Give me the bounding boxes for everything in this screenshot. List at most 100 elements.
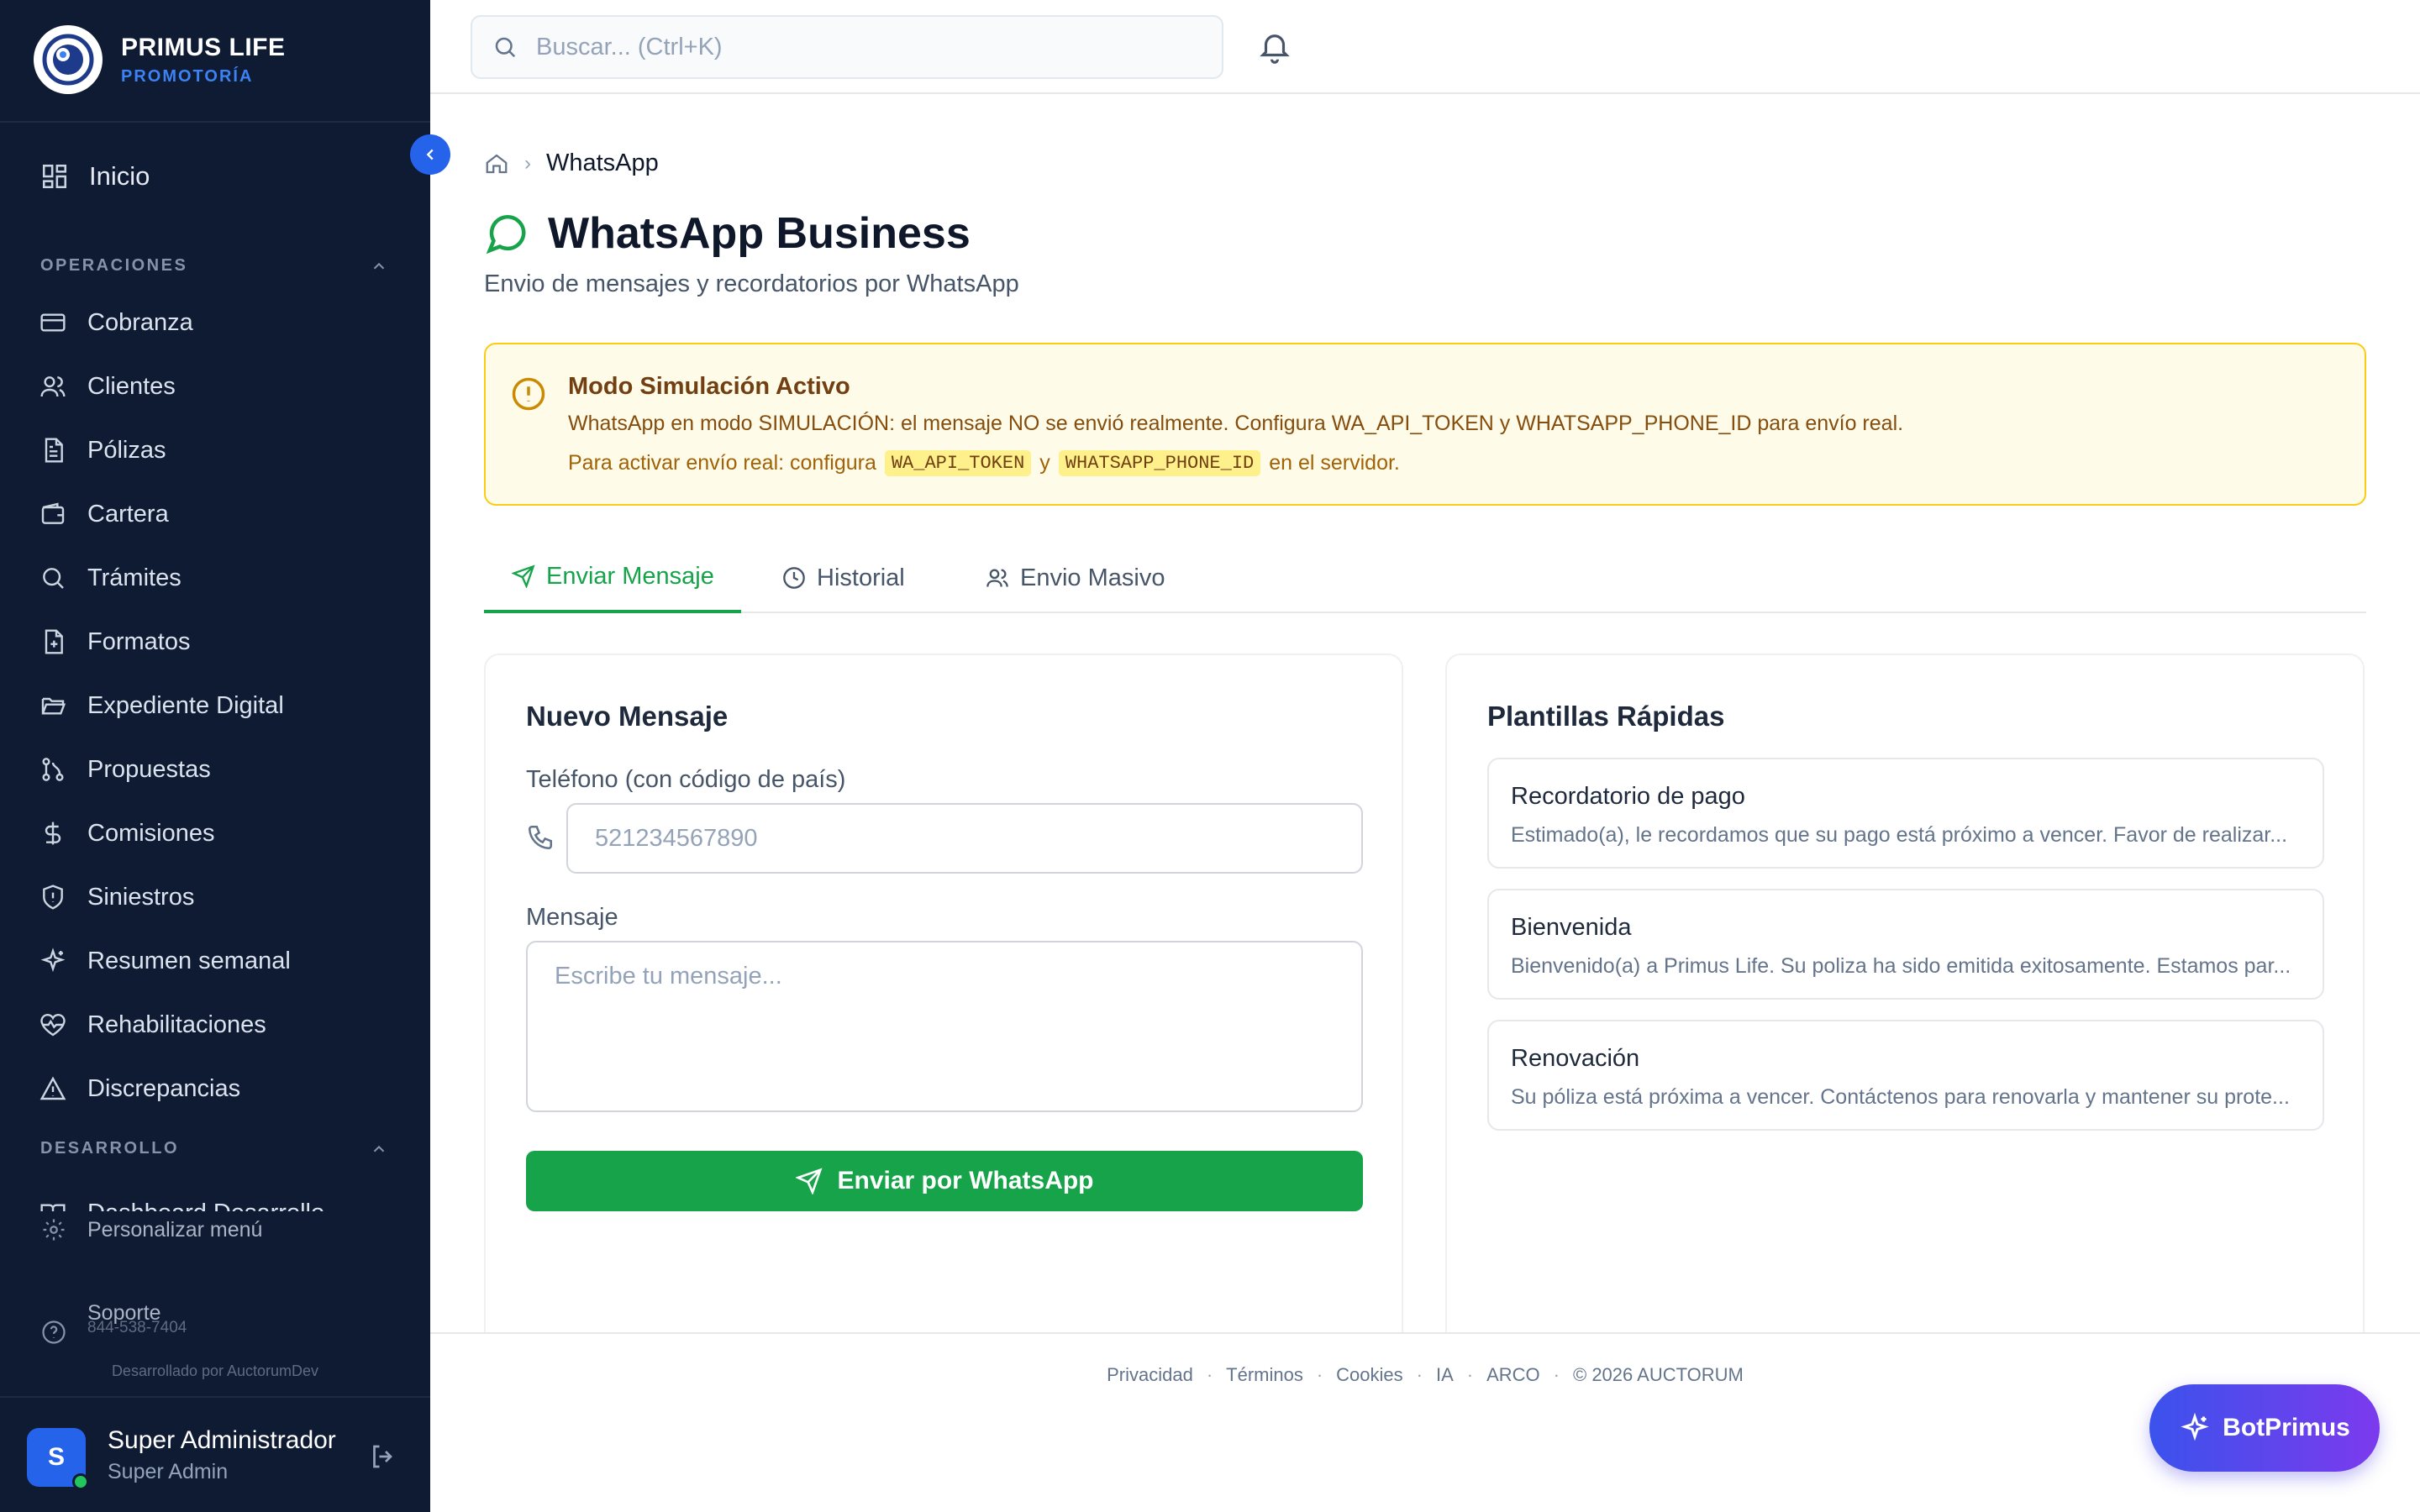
folder-open-icon	[39, 691, 67, 720]
developed-by: Desarrollado por AuctorumDev	[111, 1362, 319, 1379]
support-phone[interactable]: 844-538-7404	[87, 1319, 187, 1337]
message-textarea[interactable]: Escribe tu mensaje...	[526, 941, 1363, 1112]
alert-circle-icon	[512, 377, 545, 411]
brand-subtitle: PROMOTORÍA	[121, 67, 254, 86]
user-panel: S Super Administrador Super Admin	[0, 1396, 430, 1512]
template-title: Renovación	[1511, 1045, 1640, 1072]
chevron-up-icon[interactable]	[370, 1140, 388, 1158]
new-message-card: Nuevo Mensaje Teléfono (con código de pa…	[484, 654, 1403, 1346]
sidebar-item-label: Rehabilitaciones	[87, 1011, 266, 1038]
user-role: Super Admin	[108, 1460, 229, 1483]
logout-icon[interactable]	[368, 1441, 398, 1472]
search-icon	[39, 564, 67, 592]
code-whatsapp-phone-id: WHATSAPP_PHONE_ID	[1058, 450, 1261, 476]
template-item[interactable]: Recordatorio de pago Estimado(a), le rec…	[1487, 758, 2324, 869]
sidebar-item-label: Formatos	[87, 627, 191, 655]
quick-templates-card: Plantillas Rápidas Recordatorio de pago …	[1445, 654, 2365, 1346]
sidebar-item-dashboard-desarrollo[interactable]: Dashboard Desarrollo	[39, 1193, 324, 1211]
template-body: Su póliza está próxima a vencer. Contáct…	[1511, 1085, 2290, 1109]
brand-logo[interactable]	[34, 25, 103, 94]
template-body: Estimado(a), le recordamos que su pago e…	[1511, 823, 2288, 847]
sidebar-item-label: Dashboard Desarrollo	[87, 1200, 324, 1212]
brand-name: PRIMUS LIFE	[121, 34, 286, 61]
footer-link-cookies[interactable]: Cookies	[1336, 1364, 1402, 1386]
alert-line2-and: y	[1039, 451, 1050, 475]
send-whatsapp-button[interactable]: Enviar por WhatsApp	[526, 1151, 1363, 1211]
sidebar-item-cobranza[interactable]: Cobranza	[39, 302, 193, 343]
tab-label: Enviar Mensaje	[546, 562, 714, 590]
collapse-sidebar-button[interactable]	[410, 134, 450, 175]
tab-historial[interactable]: Historial	[781, 543, 905, 613]
sidebar-item-discrepancias[interactable]: Discrepancias	[39, 1068, 240, 1109]
sidebar-item-label: Siniestros	[87, 883, 195, 911]
code-wa-api-token: WA_API_TOKEN	[884, 450, 1032, 476]
page-subtitle: Envio de mensajes y recordatorios por Wh…	[484, 270, 1019, 297]
footer-link-privacidad[interactable]: Privacidad	[1107, 1364, 1193, 1386]
page-title: WhatsApp Business	[548, 209, 971, 258]
search-input[interactable]	[536, 33, 1192, 61]
breadcrumb-current: WhatsApp	[546, 150, 659, 176]
sidebar-item-label: Cartera	[87, 500, 169, 528]
warning-icon	[39, 1074, 67, 1103]
shield-icon	[39, 883, 67, 911]
footer-link-ia[interactable]: IA	[1436, 1364, 1454, 1386]
sidebar-item-expediente[interactable]: Expediente Digital	[39, 685, 284, 726]
footer-separator: ·	[1316, 1364, 1323, 1385]
clock-icon	[781, 565, 807, 591]
sidebar-item-label: Clientes	[87, 372, 176, 400]
sidebar-scroll-clip: Dashboard Desarrollo	[0, 1186, 430, 1211]
sidebar-item-comisiones[interactable]: Comisiones	[39, 813, 215, 853]
sidebar-item-formatos[interactable]: Formatos	[39, 622, 190, 662]
main-content: › WhatsApp WhatsApp Business Envio de me…	[430, 94, 2420, 1512]
sidebar-item-clientes[interactable]: Clientes	[39, 366, 176, 407]
alert-line2-suffix: en el servidor.	[1269, 451, 1400, 475]
sidebar-item-resumen[interactable]: Resumen semanal	[39, 941, 291, 981]
section-operaciones[interactable]: OPERACIONES	[40, 256, 187, 276]
sidebar-item-label: Comisiones	[87, 819, 215, 847]
template-title: Bienvenida	[1511, 914, 1632, 941]
book-icon	[39, 1199, 67, 1211]
send-icon	[511, 564, 536, 589]
tab-enviar-mensaje[interactable]: Enviar Mensaje	[484, 543, 741, 613]
heart-pulse-icon	[39, 1011, 67, 1039]
chevron-left-icon	[426, 149, 434, 160]
sidebar-item-tramites[interactable]: Trámites	[39, 558, 182, 598]
botprimus-button[interactable]: BotPrimus	[2149, 1384, 2380, 1472]
search-icon	[491, 33, 519, 61]
footer-link-terminos[interactable]: Términos	[1226, 1364, 1303, 1386]
phone-input[interactable]: 521234567890	[566, 803, 1363, 874]
sidebar-item-inicio[interactable]: Inicio	[40, 156, 150, 197]
customize-menu-link[interactable]: Personalizar menú	[40, 1216, 262, 1243]
search-box[interactable]	[471, 15, 1223, 79]
alert-line2-prefix: Para activar envío real: configura	[568, 451, 876, 475]
card-title: Plantillas Rápidas	[1487, 701, 1725, 732]
sidebar-item-label: Expediente Digital	[87, 691, 284, 719]
sparkles-icon	[2179, 1412, 2211, 1444]
file-plus-icon	[39, 627, 67, 656]
footer-link-arco[interactable]: ARCO	[1486, 1364, 1540, 1386]
bell-icon[interactable]	[1257, 29, 1292, 64]
sidebar-item-siniestros[interactable]: Siniestros	[39, 877, 194, 917]
sidebar-item-rehabilitaciones[interactable]: Rehabilitaciones	[39, 1005, 266, 1045]
sidebar-item-propuestas[interactable]: Propuestas	[39, 749, 211, 790]
sidebar-item-label: Cobranza	[87, 308, 193, 336]
section-desarrollo[interactable]: DESARROLLO	[40, 1139, 179, 1158]
git-branch-icon	[39, 755, 67, 784]
phone-icon	[528, 825, 553, 850]
topbar	[430, 0, 2420, 94]
sidebar-item-polizas[interactable]: Pólizas	[39, 430, 166, 470]
home-icon[interactable]	[484, 151, 509, 176]
send-button-label: Enviar por WhatsApp	[837, 1167, 1094, 1194]
template-item[interactable]: Renovación Su póliza está próxima a venc…	[1487, 1020, 2324, 1131]
template-item[interactable]: Bienvenida Bienvenido(a) a Primus Life. …	[1487, 889, 2324, 1000]
sidebar-item-cartera[interactable]: Cartera	[39, 494, 169, 534]
message-circle-icon	[486, 215, 526, 255]
sidebar-item-label: Discrepancias	[87, 1074, 241, 1102]
sidebar-item-label: Trámites	[87, 564, 182, 591]
brand-header: PRIMUS LIFE PROMOTORÍA	[0, 0, 430, 123]
tab-envio-masivo[interactable]: Envio Masivo	[985, 543, 1165, 613]
chevron-up-icon[interactable]	[370, 257, 388, 276]
footer: Privacidad · Términos · Cookies · IA · A…	[430, 1332, 2420, 1512]
document-icon	[39, 436, 67, 465]
help-circle-icon	[40, 1319, 67, 1346]
